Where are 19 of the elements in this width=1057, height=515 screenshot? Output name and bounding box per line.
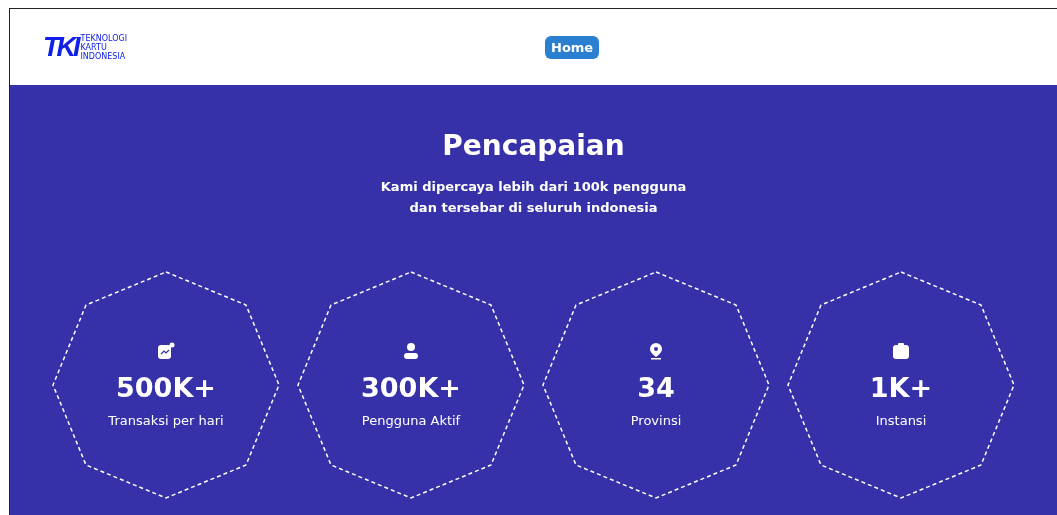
stat-label: Transaksi per hari bbox=[108, 413, 224, 428]
stat-value: 300K+ bbox=[361, 372, 461, 403]
logo-mark: TKI bbox=[43, 31, 78, 63]
chart-icon bbox=[157, 342, 175, 360]
logo-text: KARTU bbox=[80, 42, 108, 52]
logo-text: TEKNOLOGI bbox=[80, 33, 127, 43]
briefcase-icon bbox=[892, 342, 910, 360]
stat-label: Instansi bbox=[875, 413, 927, 428]
section-subtitle: Kami dipercaya lebih dari 100k pengguna dan tersebar di seluruh indonesia bbox=[380, 178, 687, 217]
location-pin-icon bbox=[647, 342, 665, 360]
nav-button[interactable]: Home bbox=[545, 35, 600, 59]
user-icon bbox=[402, 342, 420, 360]
stat-label: Pengguna Aktif bbox=[361, 413, 461, 428]
stat-value: 500K+ bbox=[116, 372, 216, 403]
stat-label: Provinsi bbox=[630, 413, 682, 428]
section-title: Pencapaian bbox=[442, 129, 625, 162]
stat-value: 1K+ bbox=[869, 372, 933, 403]
logo-text: INDONESIA bbox=[80, 51, 127, 61]
stat-value: 34 bbox=[637, 372, 675, 403]
